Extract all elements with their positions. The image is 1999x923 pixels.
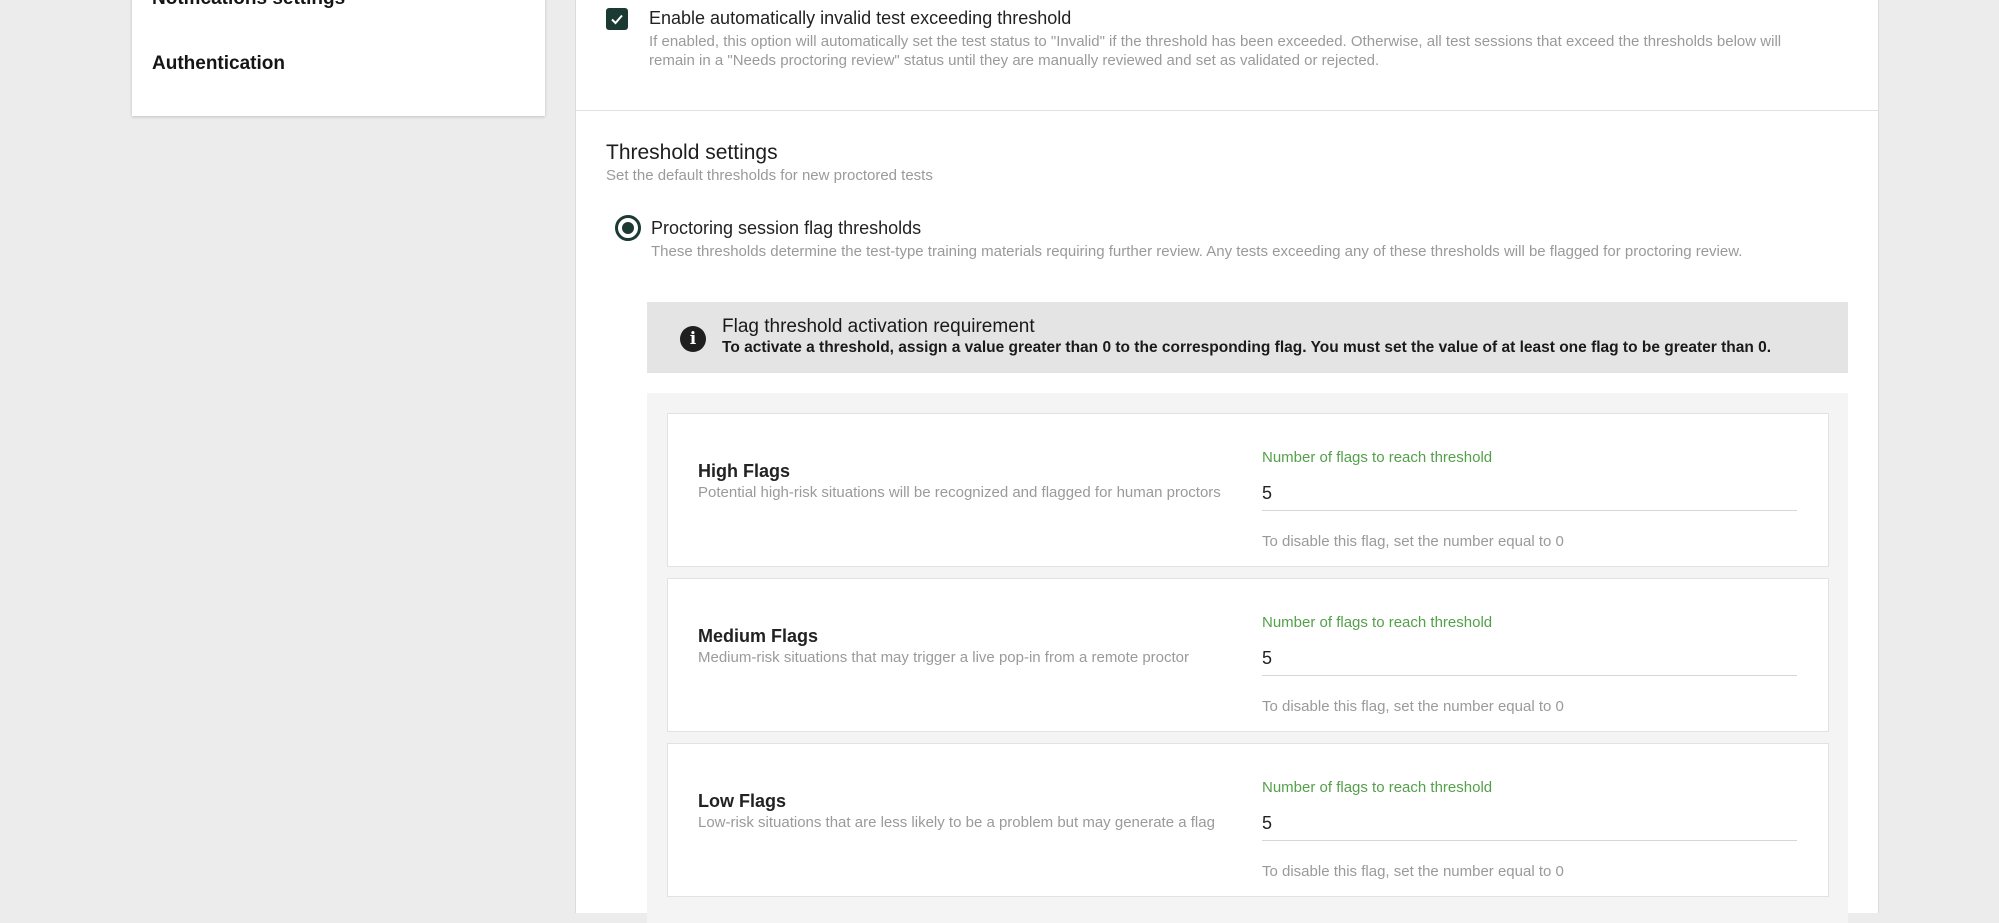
flag-name: High Flags [698,461,791,481]
flags-area: High Flags Potential high-risk situation… [647,393,1848,923]
threshold-settings-subtitle: Set the default thresholds for new proct… [606,167,933,184]
info-title: Flag threshold activation requirement [722,316,1035,337]
checkmark-icon [611,14,623,25]
flag-description: Low-risk situations that are less likely… [698,814,1215,831]
high-flags-card: High Flags Potential high-risk situation… [667,413,1829,567]
medium-flags-card: Medium Flags Medium-risk situations that… [667,578,1829,732]
sidebar-item-authentication[interactable]: Authentication [152,53,285,75]
settings-sidebar: Notifications settings Authentication [132,0,545,116]
medium-flags-input[interactable] [1262,641,1797,676]
field-label: Number of flags to reach threshold [1262,614,1493,631]
flag-activation-info-box: i Flag threshold activation requirement … [647,302,1848,373]
section-divider [576,110,1878,111]
info-text: To activate a threshold, assign a value … [722,339,1772,356]
flag-name: Low Flags [698,791,787,811]
low-flags-card: Low Flags Low-risk situations that are l… [667,743,1829,897]
sidebar-item-notifications-settings[interactable]: Notifications settings [152,0,345,10]
flag-description: Medium-risk situations that may trigger … [698,649,1190,666]
proctoring-thresholds-description: These thresholds determine the test-type… [651,243,1743,260]
flag-name: Medium Flags [698,626,819,646]
auto-invalid-description: If enabled, this option will automatical… [649,33,1782,69]
high-flags-input[interactable] [1262,476,1797,511]
info-icon: i [680,326,706,352]
settings-main-panel: Enable automatically invalid test exceed… [575,0,1879,923]
field-label: Number of flags to reach threshold [1262,449,1493,466]
proctoring-thresholds-radio[interactable] [615,215,641,241]
low-flags-input[interactable] [1262,806,1797,841]
flag-description: Potential high-risk situations will be r… [698,484,1221,501]
field-hint: To disable this flag, set the number equ… [1262,698,1564,715]
proctoring-thresholds-title: Proctoring session flag thresholds [651,218,922,238]
field-hint: To disable this flag, set the number equ… [1262,533,1564,550]
auto-invalid-checkbox[interactable] [606,8,628,30]
auto-invalid-title: Enable automatically invalid test exceed… [649,8,1072,28]
threshold-settings-title: Threshold settings [606,141,778,164]
field-label: Number of flags to reach threshold [1262,779,1493,796]
field-hint: To disable this flag, set the number equ… [1262,863,1564,880]
